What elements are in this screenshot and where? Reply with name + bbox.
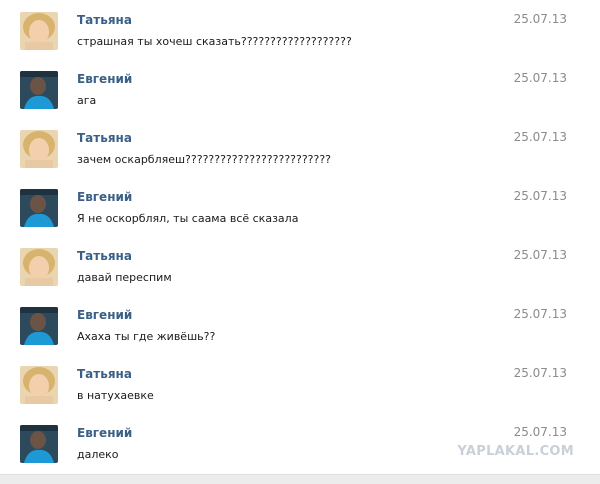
message-author[interactable]: Евгений [77, 190, 132, 204]
message-item: Татьяна 25.07.13 в натухаевке [0, 354, 600, 412]
message-text: зачем оскарбляеш????????????????????????… [77, 153, 332, 166]
male-avatar-icon[interactable] [20, 189, 58, 227]
message-author[interactable]: Татьяна [77, 367, 132, 381]
message-item: Евгений 25.07.13 Ахаха ты где живёшь?? [0, 295, 600, 353]
message-author[interactable]: Евгений [77, 72, 132, 86]
message-date: 25.07.13 [513, 366, 567, 380]
male-avatar-icon[interactable] [20, 425, 58, 463]
message-author[interactable]: Татьяна [77, 249, 132, 263]
message-item: Евгений 25.07.13 Я не оскорблял, ты саам… [0, 177, 600, 235]
message-text: страшная ты хочеш сказать???????????????… [77, 35, 352, 48]
watermark: YAPLAKAL.COM [457, 444, 574, 459]
message-date: 25.07.13 [513, 307, 567, 321]
male-avatar-icon[interactable] [20, 307, 58, 345]
message-text: далеко [77, 448, 119, 461]
message-author[interactable]: Татьяна [77, 13, 132, 27]
message-text: давай переспим [77, 271, 172, 284]
female-avatar-icon[interactable] [20, 248, 58, 286]
message-date: 25.07.13 [513, 71, 567, 85]
message-date: 25.07.13 [513, 189, 567, 203]
message-date: 25.07.13 [513, 248, 567, 262]
message-date: 25.07.13 [513, 425, 567, 439]
message-author[interactable]: Евгений [77, 308, 132, 322]
message-item: Евгений 25.07.13 далеко [0, 413, 600, 471]
female-avatar-icon[interactable] [20, 12, 58, 50]
message-text: Ахаха ты где живёшь?? [77, 330, 216, 343]
message-text: в натухаевке [77, 389, 154, 402]
message-item: Татьяна 25.07.13 давай переспим [0, 236, 600, 294]
message-item: Татьяна 25.07.13 страшная ты хочеш сказа… [0, 0, 600, 58]
message-text: Я не оскорблял, ты саама всё сказала [77, 212, 299, 225]
female-avatar-icon[interactable] [20, 366, 58, 404]
message-date: 25.07.13 [513, 130, 567, 144]
message-item: Евгений 25.07.13 ага [0, 59, 600, 117]
message-author[interactable]: Татьяна [77, 131, 132, 145]
message-author[interactable]: Евгений [77, 426, 132, 440]
message-text: ага [77, 94, 97, 107]
female-avatar-icon[interactable] [20, 130, 58, 168]
male-avatar-icon[interactable] [20, 71, 58, 109]
message-item: Татьяна 25.07.13 зачем оскарбляеш???????… [0, 118, 600, 176]
message-date: 25.07.13 [513, 12, 567, 26]
